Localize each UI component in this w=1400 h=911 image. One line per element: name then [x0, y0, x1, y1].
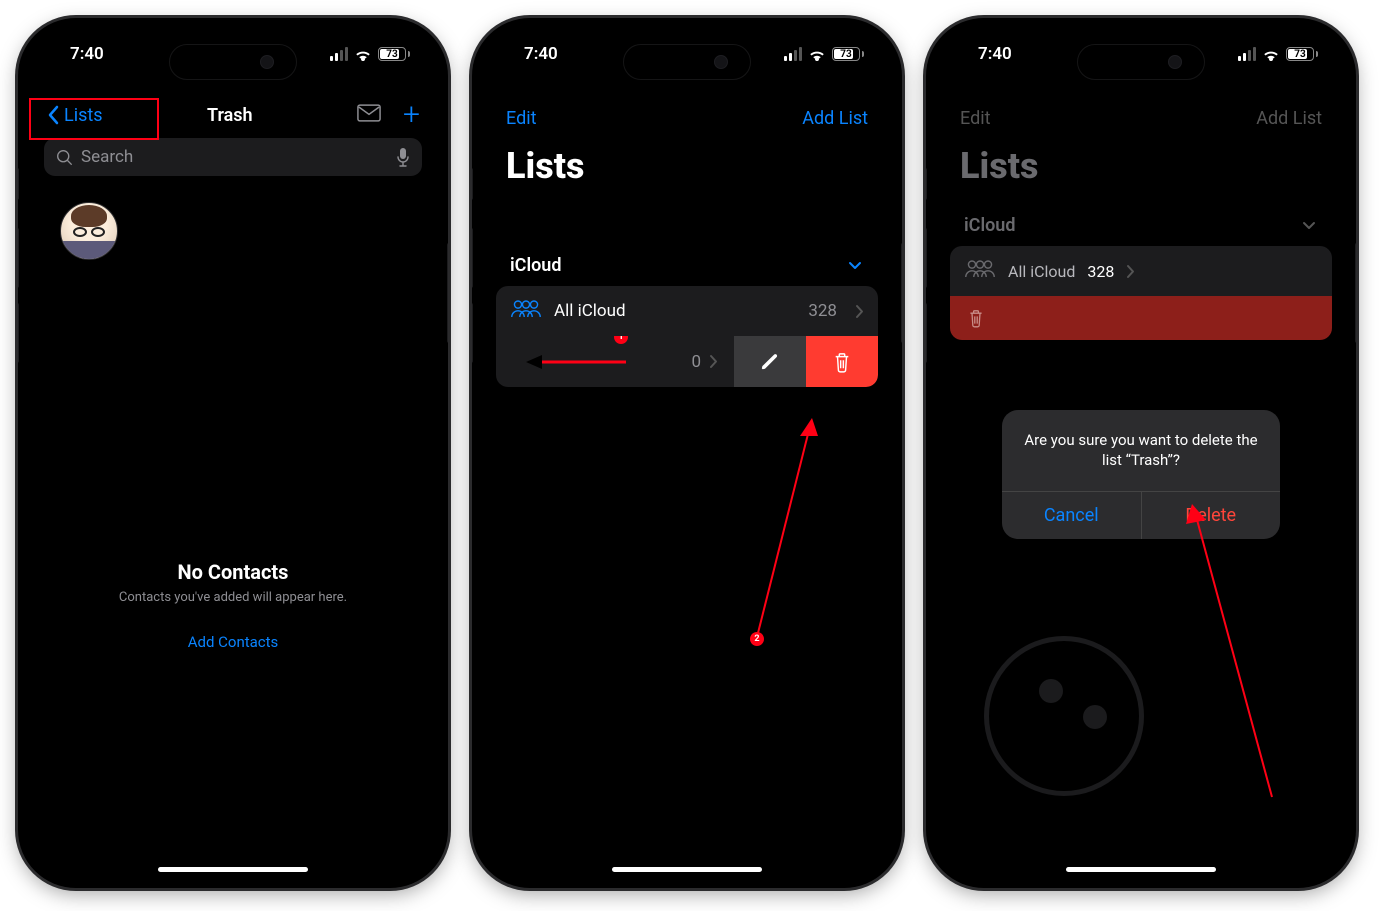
row-count: 328 [808, 301, 837, 321]
status-bar: 7:40 73 [934, 26, 1348, 64]
trash-icon [968, 308, 984, 328]
volume-down-button [18, 303, 19, 363]
status-time: 7:40 [524, 44, 558, 64]
home-indicator[interactable] [1066, 867, 1216, 872]
back-label: Lists [64, 105, 103, 126]
group-header-icloud[interactable]: iCloud [496, 255, 878, 286]
chevron-right-icon [855, 304, 864, 319]
cellular-icon [784, 47, 802, 61]
chevron-right-icon [1126, 264, 1135, 279]
mail-icon[interactable] [357, 104, 381, 126]
group-label: iCloud [510, 255, 562, 276]
screen-2: 7:40 73 Edit Add List Lists iCloud [480, 26, 894, 880]
volume-up-button [926, 228, 927, 288]
row-count: 328 [1087, 262, 1114, 281]
screen-3: 7:40 73 Edit Add List Lists iCloud [934, 26, 1348, 880]
phone-frame-1: 7:40 73 Lists Trash [18, 18, 448, 888]
mute-switch [926, 168, 927, 200]
home-indicator[interactable] [158, 867, 308, 872]
cellular-icon [1238, 47, 1256, 61]
volume-down-button [926, 303, 927, 363]
annotation-badge-1: 1 [614, 336, 628, 344]
volume-down-button [472, 303, 473, 363]
list-row-all-icloud[interactable]: All iCloud 328 [496, 286, 878, 336]
wifi-icon [808, 47, 826, 61]
add-button[interactable]: + [403, 105, 420, 125]
mute-switch [18, 168, 19, 200]
lists-heading: Lists [950, 137, 1332, 215]
add-list-button[interactable]: Add List [802, 108, 868, 129]
empty-subtitle: Contacts you've added will appear here. [26, 590, 440, 605]
volume-up-button [472, 228, 473, 288]
empty-state: No Contacts Contacts you've added will a… [26, 560, 440, 651]
page-title: Trash [207, 105, 253, 126]
group-header-icloud[interactable]: iCloud [950, 215, 1332, 246]
status-time: 7:40 [978, 44, 1012, 64]
screen-1: 7:40 73 Lists Trash [26, 26, 440, 880]
lists-heading: Lists [496, 137, 878, 215]
phone-frame-2: 7:40 73 Edit Add List Lists iCloud [472, 18, 902, 888]
battery-icon: 73 [1286, 47, 1318, 61]
status-time: 7:40 [70, 44, 104, 64]
volume-up-button [18, 228, 19, 288]
annotation-swipe-arrow [526, 352, 626, 372]
empty-title: No Contacts [26, 560, 440, 584]
dictate-icon[interactable] [396, 147, 410, 167]
me-card-avatar[interactable] [60, 202, 118, 260]
annotation-badge-2: 2 [750, 632, 764, 646]
chevron-left-icon [46, 105, 60, 125]
pencil-icon [760, 352, 780, 372]
power-button [901, 243, 902, 343]
row-label: All iCloud [1008, 262, 1075, 281]
chevron-down-icon [848, 261, 862, 271]
group-label: iCloud [964, 215, 1016, 236]
list-row-all-icloud[interactable]: All iCloud 328 [950, 246, 1332, 296]
trash-icon [833, 351, 851, 373]
status-bar: 7:40 73 [480, 26, 894, 64]
phone-frame-3: 7:40 73 Edit Add List Lists iCloud [926, 18, 1356, 888]
wifi-icon [1262, 47, 1280, 61]
nav-bar: Lists Trash + [42, 80, 424, 136]
add-list-button[interactable]: Add List [1256, 108, 1322, 129]
power-button [1355, 243, 1356, 343]
chevron-right-icon [709, 354, 718, 369]
annotation-arrow-delete [734, 416, 824, 646]
wifi-icon [354, 47, 372, 61]
people-icon [964, 259, 996, 283]
battery-icon: 73 [378, 47, 410, 61]
row-label: All iCloud [554, 301, 796, 321]
cellular-icon [330, 47, 348, 61]
mute-switch [472, 168, 473, 200]
swipe-edit-button[interactable] [734, 336, 806, 387]
alert-delete-button[interactable]: Delete [1142, 492, 1281, 539]
alert-message: Are you sure you want to delete the list… [1002, 410, 1280, 491]
back-button[interactable]: Lists [46, 105, 103, 126]
swipe-delete-button[interactable] [806, 336, 878, 387]
chevron-down-icon [1302, 221, 1316, 231]
home-indicator[interactable] [612, 867, 762, 872]
alert-cancel-button[interactable]: Cancel [1002, 492, 1142, 539]
watermark-logo [984, 636, 1144, 796]
row-count: 0 [691, 352, 701, 372]
add-contacts-link[interactable]: Add Contacts [188, 633, 279, 651]
search-field[interactable]: Search [44, 138, 422, 176]
nav-bar: Edit Add List [950, 80, 1332, 137]
nav-bar: Edit Add List [496, 80, 878, 137]
list-row-trash-delete-revealed[interactable] [950, 296, 1332, 340]
list-row-trash-swiped[interactable]: swipe 0 1 [496, 336, 878, 387]
search-icon [56, 149, 73, 166]
battery-icon: 73 [832, 47, 864, 61]
status-bar: 7:40 73 [26, 26, 440, 64]
search-placeholder: Search [81, 147, 388, 167]
edit-button[interactable]: Edit [506, 108, 536, 129]
people-icon [510, 299, 542, 323]
delete-confirm-alert: Are you sure you want to delete the list… [1002, 410, 1280, 539]
power-button [447, 243, 448, 343]
edit-button[interactable]: Edit [960, 108, 990, 129]
